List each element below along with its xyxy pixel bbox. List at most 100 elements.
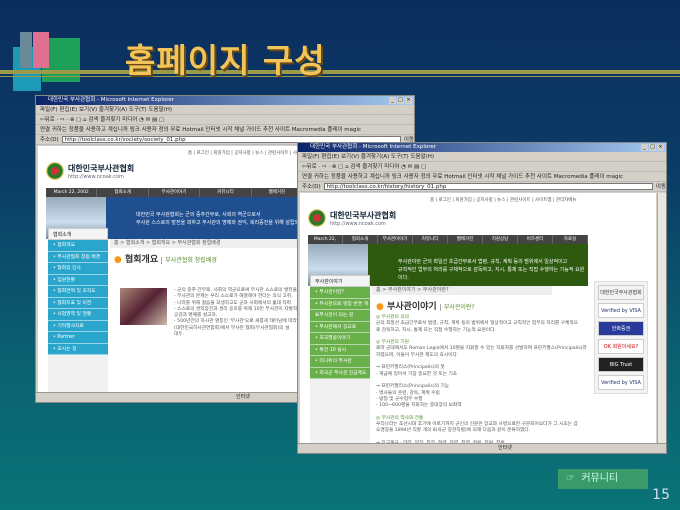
hand-pointer-icon: ☞: [566, 473, 575, 484]
side-menu-item[interactable]: • 오시는 길: [48, 343, 108, 355]
page-heading: ● 부사관이야기 부사관이란?: [376, 299, 475, 312]
nav-item[interactable]: 부사관이야기: [378, 235, 413, 244]
side-menu-label: 사업영역 및 현황: [57, 312, 92, 317]
nav-item[interactable]: 협회소개: [97, 188, 149, 197]
side-menu-label: 부사관협회 창립 배경: [57, 254, 101, 260]
address-input[interactable]: http://toolclass.co.kr/history/history_0…: [323, 183, 653, 190]
side-menu: 부사관이야기• 부사관이란?• 부사관으로 명칭 변경 개요• 부사관이 되는 …: [310, 275, 370, 443]
window-title: 대한민국 부사관협회 - Microsoft Internet Explorer: [310, 144, 437, 150]
site-logo[interactable]: 대한민국부사관협회 http://www.ncoak.com: [46, 162, 134, 180]
nav-item[interactable]: 커뮤니티: [200, 188, 252, 197]
subheading-text: 부사관이란?: [439, 304, 475, 311]
nav-item[interactable]: 웹매거진: [252, 188, 304, 197]
nav-item[interactable]: 부사관이야기: [149, 188, 201, 197]
banner-text: 부사관이란 군의 최일선 초급간부로서 법령, 규칙, 계획 등의 범위에서 일…: [398, 259, 585, 281]
seal-icon: [46, 162, 64, 180]
address-bar: 주소(D) http://toolclass.co.kr/history/hist…: [298, 182, 666, 192]
bullet-icon: ●: [376, 302, 387, 312]
site-url: http://www.ncoak.com: [68, 173, 124, 180]
logo-text: 대한민국부사관협회 http://www.ncoak.com: [68, 163, 134, 180]
side-menu-item[interactable]: • 외국군 부사관 진급제도: [310, 367, 370, 379]
side-menu-label: 미니위의 부사관: [319, 359, 352, 364]
ad-banner[interactable]: 대한민국부사관협회: [598, 285, 644, 300]
side-menu-item[interactable]: • 협회장 인사: [48, 263, 108, 275]
toolbar[interactable]: ⇦뒤로 · ⇨ · ⊗ ▢ ⌂ 검색 즐겨찾기 미디어 ◔ ✉ ▤ ▢: [36, 115, 414, 125]
side-menu-item[interactable]: • 협회연혁 및 조직도: [48, 286, 108, 298]
ad-banner[interactable]: Verified by VISA: [598, 375, 644, 390]
side-menu-label: 호국영웅이야기: [319, 336, 351, 341]
side-menu-item[interactable]: • 협회지표 및 비전: [48, 297, 108, 309]
seal-icon: [308, 209, 326, 227]
top-links[interactable]: 홈 | 로그인 | 회원가입 | 공지사항 | 뉴스 | 관련사이트 | 사이트…: [188, 150, 309, 156]
subheading-text: 부사관협회 창립배경: [161, 257, 217, 264]
side-menu-item[interactable]: • 부사관에서 장교로: [310, 321, 370, 333]
ad-banner[interactable]: Verified by VISA: [598, 303, 644, 318]
page-heading: ● 협회개요 부사관협회 창립배경: [114, 252, 217, 265]
browser-window-history[interactable]: 대한민국 부사관협회 - Microsoft Internet Explorer…: [297, 142, 667, 454]
body-line: 군의 최일선 초급간부로서 법령, 규칙, 계획 등의 범위에서 일상적이고 규…: [376, 321, 578, 327]
close-button[interactable]: ×: [657, 144, 664, 151]
body-line: 로마 군대에서도 Roman Legio에서 10명을 지휘할 수 있는 지휘자…: [376, 346, 587, 352]
site-name: 대한민국부사관협회: [68, 163, 135, 173]
side-menu-item[interactable]: • 부사관이란?: [310, 287, 370, 299]
maximize-button[interactable]: □: [649, 144, 656, 151]
side-menu-item[interactable]: • Partner: [48, 332, 108, 344]
nav-item: March 22, 2002: [308, 235, 343, 251]
site-logo[interactable]: 대한민국부사관협회 http://www.ncoak.com: [308, 209, 396, 227]
minimize-button[interactable]: _: [641, 144, 648, 151]
ad-banner[interactable]: OK 회원이세요?: [598, 339, 644, 354]
decor-block-pink: [33, 32, 49, 68]
nav-item[interactable]: 지원상담: [483, 235, 518, 244]
close-button[interactable]: ×: [405, 97, 412, 104]
menu-bar[interactable]: 파일(F) 편집(E) 보기(V) 즐겨찾기(A) 도구(T) 도움말(H): [36, 105, 414, 115]
side-menu-item[interactable]: • 부사관으로 명칭 변경 개요: [310, 298, 370, 318]
side-menu-label: 오시는 길: [57, 346, 77, 352]
community-label: 커뮤니티: [581, 473, 619, 484]
window-title: 대한민국 부사관협회 - Microsoft Internet Explorer: [48, 97, 175, 103]
ad-banner[interactable]: BIG Trust: [598, 357, 644, 372]
go-button[interactable]: 이동: [656, 182, 666, 191]
side-menu-label: 부사관에서 장교로: [319, 324, 357, 330]
side-menu-item[interactable]: • 부사관이 되는 길: [310, 310, 370, 322]
page-body: ◎ 부사관의 의의 군의 최일선 초급간부로서 법령, 규칙, 계획 등의 범위에…: [376, 315, 596, 443]
address-label: 주소(D): [40, 136, 59, 143]
status-bar: 인터넷: [298, 443, 666, 453]
side-menu-item[interactable]: • 협회개요: [48, 240, 108, 252]
side-menu-item[interactable]: • 사업영역 및 현황: [48, 309, 108, 321]
maximize-button[interactable]: □: [397, 97, 404, 104]
side-menu-item[interactable]: • 기타행사자료: [48, 320, 108, 332]
side-menu-item[interactable]: • 미니위의 부사관: [310, 356, 370, 368]
side-menu-label: 협회지표 및 비전: [57, 300, 92, 306]
photo: [120, 288, 167, 325]
address-label: 주소(D): [302, 183, 321, 190]
bullet-icon: ●: [114, 255, 125, 265]
side-menu-item[interactable]: • 부사관협회 창립 배경: [48, 251, 108, 263]
side-menu-item[interactable]: • 임원현황: [48, 274, 108, 286]
decor-block-gray: [20, 32, 32, 68]
side-menu-item[interactable]: • 호국영웅이야기: [310, 333, 370, 345]
minimize-button[interactable]: _: [389, 97, 396, 104]
side-menu-header: 부사관이야기: [310, 275, 370, 287]
status-zone: 인터넷: [236, 394, 250, 400]
nav-item[interactable]: 웹매거진: [448, 235, 483, 244]
nav-item[interactable]: 협회소개: [343, 235, 378, 244]
menu-bar[interactable]: 파일(F) 편집(E) 보기(V) 즐겨찾기(A) 도구(T) 도움말(H): [298, 152, 666, 162]
side-menu-item[interactable]: • 특전 10 용사: [310, 344, 370, 356]
community-button[interactable]: ☞ 커뮤니티: [558, 469, 648, 489]
links-bar[interactable]: 연결 귀하는 정품을 사용하고 계십니까 링크 사용자 정의 무료 Hotmai…: [36, 125, 414, 135]
side-menu-label: Partner: [57, 335, 75, 340]
breadcrumb: 홈 > 부사관이야기 > 부사관이란?: [372, 286, 552, 295]
nav-item[interactable]: 비즈센터: [518, 235, 553, 244]
toolbar[interactable]: ⇦뒤로 · ⇨ · ⊗ ▢ ⌂ 검색 즐겨찾기 미디어 ◔ ✉ ▤ ▢: [298, 162, 666, 172]
links-bar[interactable]: 연결 귀하는 정품을 사용하고 계십니까 링크 사용자 정의 무료 Hotmai…: [298, 172, 666, 182]
slide-title: 홈페이지 구성: [125, 41, 326, 80]
side-menu-label: 특전 10 용사: [319, 347, 347, 353]
vertical-scrollbar[interactable]: [657, 193, 666, 443]
title-bar: 대한민국 부사관협회 - Microsoft Internet Explorer…: [36, 96, 414, 105]
nav-item[interactable]: 커뮤니티: [413, 235, 448, 244]
ad-banner[interactable]: 한화증권: [598, 321, 644, 336]
top-links[interactable]: 홈 | 로그인 | 회원가입 | 공지사항 | 뉴스 | 관련사이트 | 사이트…: [430, 197, 577, 203]
main-nav: March 22, 2002협회소개부사관이야기커뮤니티웹매거진지원상담비즈센터…: [308, 235, 588, 251]
nav-item[interactable]: 자료실: [553, 235, 588, 244]
heading-text: 협회개요: [125, 255, 159, 265]
